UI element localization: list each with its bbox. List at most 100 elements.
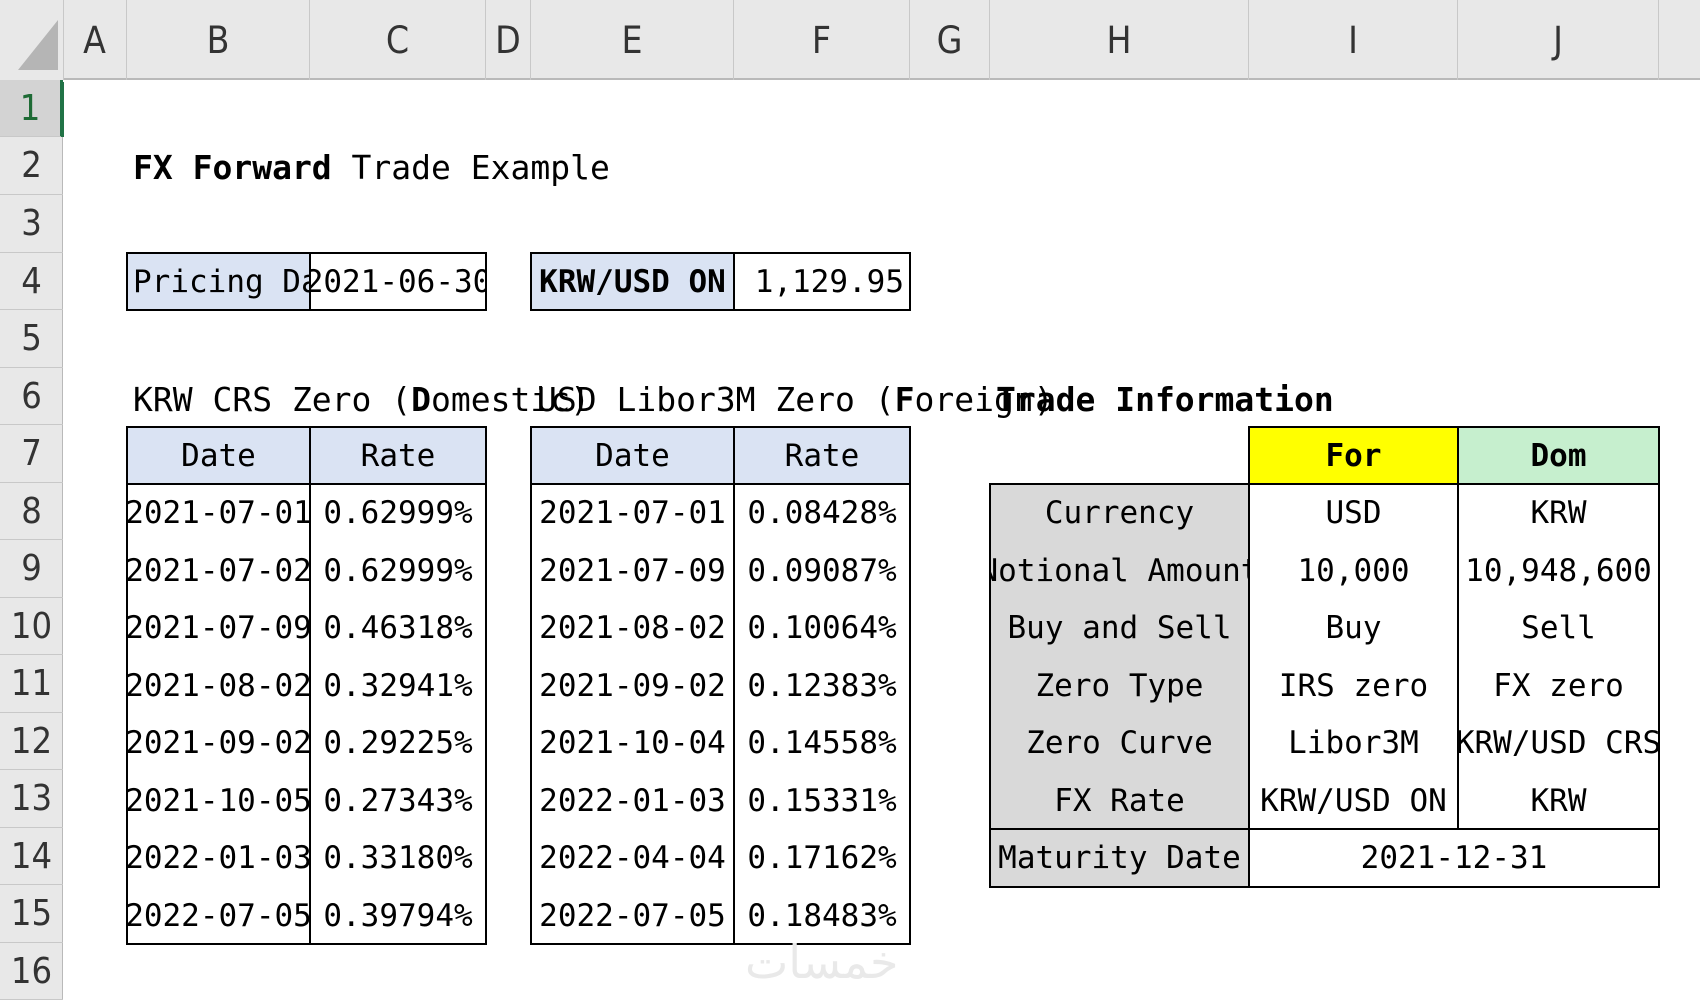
- trade-row-label[interactable]: FX Rate: [990, 772, 1249, 829]
- column-header-f[interactable]: F: [734, 0, 910, 80]
- usd-header-date[interactable]: Date: [531, 427, 734, 484]
- usd-rate-cell[interactable]: 0.17162%: [734, 829, 910, 887]
- row-header-2[interactable]: 2: [0, 137, 63, 195]
- pricing-date-value[interactable]: 2021-06-30: [310, 253, 486, 310]
- row-header-11[interactable]: 11: [0, 655, 63, 713]
- select-all-triangle-icon: [18, 20, 58, 70]
- krw-date-cell[interactable]: 2022-07-05: [127, 887, 310, 944]
- trade-for-cell[interactable]: Buy: [1249, 599, 1458, 657]
- column-header-e[interactable]: E: [531, 0, 734, 80]
- trade-row-label[interactable]: Currency: [990, 484, 1249, 542]
- krw-date-cell[interactable]: 2021-07-02: [127, 542, 310, 599]
- trade-row-label[interactable]: Zero Type: [990, 657, 1249, 714]
- trade-row-label[interactable]: Buy and Sell: [990, 599, 1249, 657]
- row-header-10[interactable]: 10: [0, 598, 63, 655]
- trade-for-cell[interactable]: 10,000: [1249, 542, 1458, 599]
- krw-rate-cell[interactable]: 0.27343%: [310, 772, 486, 829]
- row-header-6[interactable]: 6: [0, 368, 63, 425]
- usd-rate-cell[interactable]: 0.14558%: [734, 714, 910, 772]
- trade-for-cell[interactable]: IRS zero: [1249, 657, 1458, 714]
- krw-date-cell[interactable]: 2021-09-02: [127, 714, 310, 772]
- column-header-d[interactable]: D: [486, 0, 531, 80]
- krw-date-cell[interactable]: 2021-08-02: [127, 657, 310, 714]
- usd-date-cell[interactable]: 2022-07-05: [531, 887, 734, 944]
- usd-curve-title[interactable]: USD Libor3M Zero (Foreign): [537, 380, 1054, 419]
- column-header-j[interactable]: J: [1458, 0, 1659, 80]
- watermark-logo: خمسات: [745, 935, 899, 989]
- trade-for-cell[interactable]: Libor3M: [1249, 714, 1458, 772]
- column-header-g[interactable]: G: [910, 0, 990, 80]
- row-header-16[interactable]: 16: [0, 943, 63, 1000]
- usd-title-bold: F: [894, 380, 915, 419]
- krw-rate-cell[interactable]: 0.62999%: [310, 542, 486, 599]
- usd-rate-cell[interactable]: 0.12383%: [734, 657, 910, 714]
- krw-date-cell[interactable]: 2021-07-01: [127, 484, 310, 542]
- row-header-12[interactable]: 12: [0, 713, 63, 770]
- usd-date-cell[interactable]: 2022-01-03: [531, 772, 734, 829]
- usd-date-cell[interactable]: 2021-07-01: [531, 484, 734, 542]
- krw-title-bold: D: [411, 380, 432, 419]
- row-header-14[interactable]: 14: [0, 828, 63, 885]
- row-header-8[interactable]: 8: [0, 483, 63, 540]
- fx-spot-label[interactable]: KRW/USD ON: [531, 253, 734, 310]
- trade-header-dom[interactable]: Dom: [1458, 427, 1659, 484]
- usd-title-pre: USD Libor3M Zero (: [537, 380, 895, 419]
- trade-for-cell[interactable]: USD: [1249, 484, 1458, 542]
- row-header-5[interactable]: 5: [0, 310, 63, 368]
- maturity-date-label[interactable]: Maturity Date: [990, 829, 1249, 887]
- usd-rate-cell[interactable]: 0.08428%: [734, 484, 910, 542]
- usd-date-cell[interactable]: 2022-04-04: [531, 829, 734, 887]
- row-header-4[interactable]: 4: [0, 253, 63, 310]
- usd-date-cell[interactable]: 2021-10-04: [531, 714, 734, 772]
- column-header-bar: A B C D E F G H I J: [0, 0, 1700, 80]
- trade-for-cell[interactable]: KRW/USD ON: [1249, 772, 1458, 829]
- column-header-a[interactable]: A: [63, 0, 127, 80]
- column-header-c[interactable]: C: [310, 0, 486, 80]
- row-header-13[interactable]: 13: [0, 770, 63, 828]
- krw-header-rate[interactable]: Rate: [310, 427, 486, 484]
- usd-rate-cell[interactable]: 0.10064%: [734, 599, 910, 657]
- title-bold-part: FX Forward: [133, 148, 332, 187]
- row-header-7[interactable]: 7: [0, 425, 63, 483]
- krw-date-cell[interactable]: 2021-07-09: [127, 599, 310, 657]
- trade-dom-cell[interactable]: FX zero: [1458, 657, 1659, 714]
- maturity-date-value[interactable]: 2021-12-31: [1249, 829, 1659, 887]
- trade-dom-cell[interactable]: KRW/USD CRS: [1458, 714, 1659, 772]
- krw-date-cell[interactable]: 2022-01-03: [127, 829, 310, 887]
- row-header-15[interactable]: 15: [0, 885, 63, 943]
- krw-rate-cell[interactable]: 0.32941%: [310, 657, 486, 714]
- krw-curve-title[interactable]: KRW CRS Zero (Domestic): [133, 380, 590, 419]
- usd-date-cell[interactable]: 2021-08-02: [531, 599, 734, 657]
- trade-dom-cell[interactable]: KRW: [1458, 484, 1659, 542]
- krw-rate-cell[interactable]: 0.33180%: [310, 829, 486, 887]
- pricing-date-label[interactable]: Pricing Date: [127, 253, 310, 310]
- column-header-h[interactable]: H: [990, 0, 1249, 80]
- trade-row-label[interactable]: Notional Amount: [990, 542, 1249, 599]
- krw-rate-cell[interactable]: 0.46318%: [310, 599, 486, 657]
- krw-rate-cell[interactable]: 0.62999%: [310, 484, 486, 542]
- usd-header-rate[interactable]: Rate: [734, 427, 910, 484]
- usd-header-underline: [531, 483, 910, 485]
- trade-info-title[interactable]: Trade Information: [996, 380, 1334, 419]
- krw-date-cell[interactable]: 2021-10-05: [127, 772, 310, 829]
- row-header-1[interactable]: 1: [0, 80, 63, 137]
- column-header-b[interactable]: B: [127, 0, 310, 80]
- sheet-title[interactable]: FX Forward Trade Example: [133, 148, 610, 187]
- row-header-3[interactable]: 3: [0, 195, 63, 253]
- trade-header-for[interactable]: For: [1249, 427, 1458, 484]
- krw-header-date[interactable]: Date: [127, 427, 310, 484]
- row-header-9[interactable]: 9: [0, 540, 63, 598]
- usd-date-cell[interactable]: 2021-09-02: [531, 657, 734, 714]
- column-header-i[interactable]: I: [1249, 0, 1458, 80]
- krw-rate-cell[interactable]: 0.39794%: [310, 887, 486, 944]
- usd-date-cell[interactable]: 2021-07-09: [531, 542, 734, 599]
- trade-dom-cell[interactable]: 10,948,600: [1458, 542, 1659, 599]
- usd-rate-cell[interactable]: 0.09087%: [734, 542, 910, 599]
- trade-row-label[interactable]: Zero Curve: [990, 714, 1249, 772]
- select-all-corner[interactable]: [0, 0, 64, 80]
- fx-spot-value[interactable]: 1,129.95: [734, 253, 910, 310]
- trade-dom-cell[interactable]: Sell: [1458, 599, 1659, 657]
- usd-rate-cell[interactable]: 0.15331%: [734, 772, 910, 829]
- krw-rate-cell[interactable]: 0.29225%: [310, 714, 486, 772]
- trade-dom-cell[interactable]: KRW: [1458, 772, 1659, 829]
